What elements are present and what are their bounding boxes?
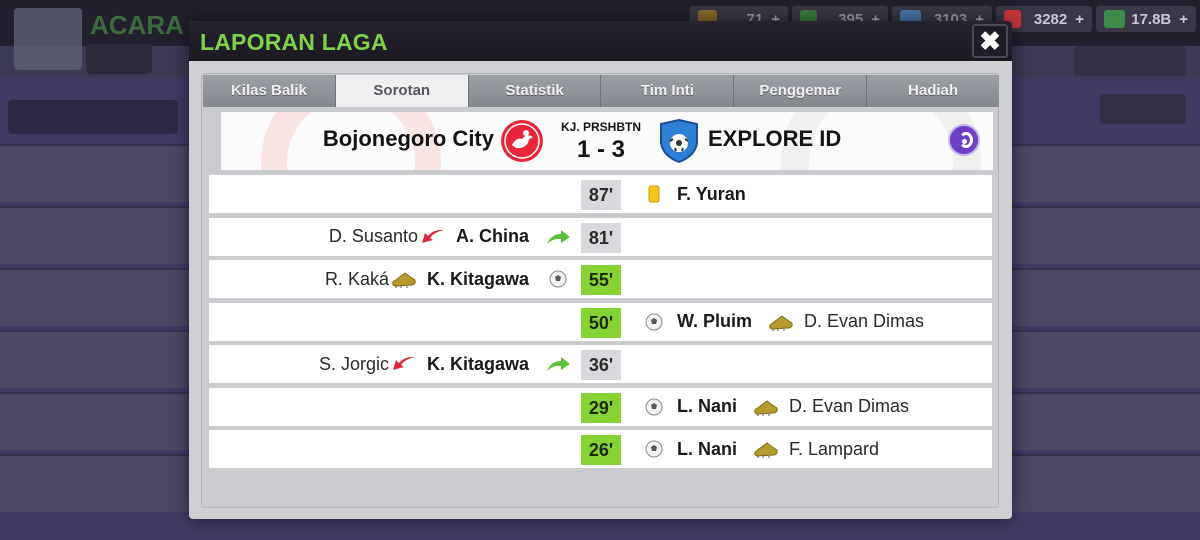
close-button[interactable]: ✖ xyxy=(972,24,1008,58)
tab-hadiah[interactable]: Hadiah xyxy=(867,75,999,107)
goal-ball-icon xyxy=(543,260,573,298)
event-row: 50' W. Pluim D. Evan Dimas xyxy=(209,302,992,341)
event-player: F. Yuran xyxy=(677,183,746,204)
sub-in-arrow-icon xyxy=(543,218,573,256)
scorer-player: L. Nani xyxy=(677,438,738,459)
player-off: S. Jorgic xyxy=(318,353,389,374)
event-minute: 87' xyxy=(581,180,621,210)
event-minute: 50' xyxy=(581,307,621,338)
scorer-player: W. Pluim xyxy=(677,311,753,331)
yellow-card-icon xyxy=(639,175,669,213)
event-row: 29' L. Nani D. Evan Dimas xyxy=(209,387,992,426)
event-row: 26' L. Nani F. Lampard xyxy=(209,430,992,468)
assist-player: F. Lampard xyxy=(789,438,880,459)
sub-in-arrow-icon xyxy=(543,345,573,383)
modal-title: LAPORAN LAGA xyxy=(200,29,388,55)
player-on: A. China xyxy=(455,226,529,246)
assist-boot-icon xyxy=(766,303,796,341)
home-team-crest-icon xyxy=(501,120,543,162)
tab-penggemar[interactable]: Penggemar xyxy=(734,75,868,107)
final-score: 1 - 3 xyxy=(576,136,626,163)
score-header: Bojonegoro City KJ. PRSHBTN 1 - 3 EXPLOR… xyxy=(221,112,993,170)
tab-bar: Kilas Balik Sorotan Statistik Tim Inti P… xyxy=(203,75,999,107)
assist-player: D. Evan Dimas xyxy=(789,396,910,416)
background-title: ACARA xyxy=(90,10,184,40)
player-off: D. Susanto xyxy=(328,226,418,246)
event-minute: 26' xyxy=(581,435,621,465)
event-row: S. Jorgic K. Kitagawa 36' xyxy=(209,345,992,383)
assist-boot-icon xyxy=(389,260,419,298)
tab-sorotan[interactable]: Sorotan xyxy=(335,75,469,107)
add-money-button[interactable]: + xyxy=(1179,11,1188,28)
background-back-button xyxy=(86,44,152,74)
tab-tim-inti[interactable]: Tim Inti xyxy=(601,75,735,107)
scorer-player: K. Kitagawa xyxy=(426,268,529,289)
assist-boot-icon xyxy=(751,430,781,468)
event-minute: 81' xyxy=(581,222,621,253)
away-team-crest-icon xyxy=(660,119,698,163)
assist-player: D. Evan Dimas xyxy=(804,311,925,331)
away-team-name: EXPLORE ID xyxy=(708,126,842,151)
event-minute: 29' xyxy=(581,392,621,423)
background-search xyxy=(8,100,178,134)
background-action-button xyxy=(1074,46,1186,76)
tab-statistik[interactable]: Statistik xyxy=(468,75,602,107)
event-row: D. Susanto A. China 81' xyxy=(209,217,992,256)
event-minute: 36' xyxy=(581,350,621,380)
assist-player: R. Kaká xyxy=(324,268,389,289)
player-on: K. Kitagawa xyxy=(426,353,529,374)
background-action-button xyxy=(1100,94,1186,124)
tab-kilas-balik[interactable]: Kilas Balik xyxy=(203,75,336,107)
club-logo xyxy=(14,8,82,70)
event-row: 87' F. Yuran xyxy=(209,175,992,213)
money-icon xyxy=(1104,10,1126,28)
goal-ball-icon xyxy=(639,430,669,468)
assist-boot-icon xyxy=(751,388,781,426)
event-minute: 55' xyxy=(581,265,621,295)
replay-button[interactable] xyxy=(948,124,980,156)
sub-out-arrow-icon xyxy=(418,218,448,256)
competition-label: KJ. PRSHBTN xyxy=(561,120,642,134)
goal-ball-icon xyxy=(639,303,669,341)
resource-money: 17.8B + xyxy=(1096,6,1196,32)
report-panel: Kilas Balik Sorotan Statistik Tim Inti P… xyxy=(201,73,999,508)
sub-out-arrow-icon xyxy=(389,345,419,383)
scorer-player: L. Nani xyxy=(677,396,738,416)
goal-ball-icon xyxy=(639,388,669,426)
add-medical-button[interactable]: + xyxy=(1075,11,1084,28)
event-row: R. Kaká K. Kitagawa 55' xyxy=(209,260,992,298)
home-team-name: Bojonegoro City xyxy=(322,126,494,151)
match-events-list: 87' F. Yuran D. Susanto A. China 81' R. … xyxy=(209,175,992,473)
match-report-modal: LAPORAN LAGA ✖ Kilas Balik Sorotan Stati… xyxy=(189,21,1012,519)
modal-header: LAPORAN LAGA ✖ xyxy=(189,21,1012,61)
